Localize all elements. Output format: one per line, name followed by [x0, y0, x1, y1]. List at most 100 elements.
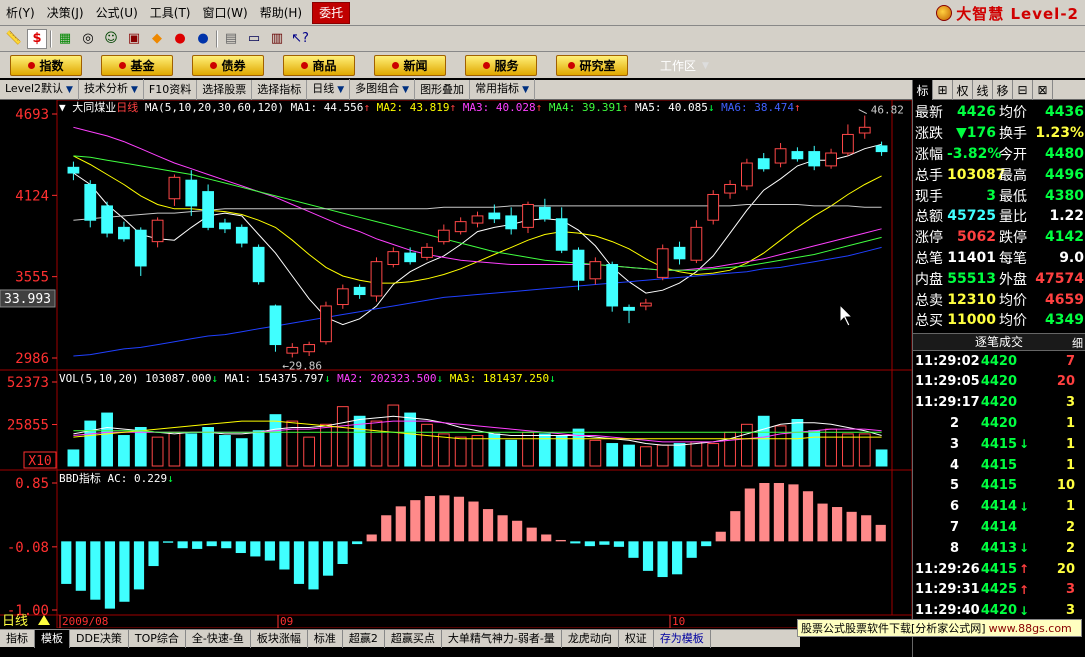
quick-button-1[interactable]: 基金 — [101, 54, 173, 76]
quote-label: 最新 — [915, 105, 943, 122]
period-badge[interactable]: 日线 — [2, 614, 28, 628]
chart-tool-8[interactable]: 常用指标 ▼ — [470, 79, 535, 100]
status-tab-7[interactable]: 超赢2 — [343, 629, 385, 648]
menu-item-4[interactable]: 窗口(W) — [196, 0, 253, 26]
quote-tab-2[interactable]: 权 — [953, 80, 973, 100]
menu-item-3[interactable]: 工具(T) — [144, 0, 197, 26]
chart-frame — [56, 100, 912, 628]
candle — [404, 247, 417, 265]
dollar-icon[interactable]: $ — [27, 28, 47, 49]
status-tab-1[interactable]: 模板 — [35, 629, 70, 648]
status-tab-8[interactable]: 超赢买点 — [385, 629, 442, 648]
volume-header: VOL(5,10,20) 103087.000↓ MA1: 154375.797… — [59, 372, 556, 385]
candle — [808, 145, 821, 171]
quick-button-label: 新闻 — [403, 58, 428, 73]
quick-button-6[interactable]: 研究室 — [556, 54, 628, 76]
brand-name: 大智慧 Level-2 — [956, 4, 1079, 23]
status-tab-9[interactable]: 大单精气神力-弱者-量 — [442, 629, 562, 648]
volume-bar — [320, 423, 332, 467]
binoculars-icon[interactable]: ◎ — [78, 29, 98, 49]
ad-banner[interactable]: 股票公式股票软件下载[分析家公式网] www.88gs.com — [797, 619, 1082, 637]
status-tab-10[interactable]: 龙虎动向 — [562, 629, 619, 648]
status-tab-12[interactable]: 存为模板 — [654, 629, 711, 648]
status-tab-5[interactable]: 板块涨幅 — [251, 629, 308, 648]
bbd-bar — [424, 496, 435, 542]
candle — [589, 257, 602, 285]
menu-item-5[interactable]: 帮助(H) — [254, 0, 308, 26]
tick-row: 11:29:40 4420 ↓ 3 — [913, 600, 1085, 621]
menu-item-1[interactable]: 决策(J) — [41, 0, 90, 26]
candle-body — [185, 179, 198, 207]
chart-tool-7[interactable]: 图形叠加 — [415, 79, 471, 100]
quote-tab-1[interactable]: ⊞ — [933, 80, 953, 100]
chart-tool-0[interactable]: Level2默认 ▼ — [0, 79, 79, 100]
flag-icon[interactable]: ▦ — [55, 29, 75, 49]
quote-tab-3[interactable]: 线 — [973, 80, 993, 100]
quick-button-4[interactable]: 新闻 — [374, 54, 446, 76]
candle-body — [656, 248, 669, 278]
quick-button-5[interactable]: 服务 — [465, 54, 537, 76]
quick-button-2[interactable]: 债券 — [192, 54, 264, 76]
dropdown-arrow-icon[interactable]: ▼ — [131, 85, 138, 95]
quote-label: 外盘 — [999, 271, 1027, 288]
books-icon[interactable]: ▥ — [267, 29, 287, 49]
blue-circle-icon[interactable]: ● — [193, 29, 213, 49]
quote-tab-6[interactable]: ⊠ — [1033, 80, 1053, 100]
quick-button-0[interactable]: 指数 — [10, 54, 82, 76]
chart-tool-2[interactable]: F10资料 — [144, 79, 198, 100]
candle-body — [724, 183, 736, 194]
status-tab-6[interactable]: 标准 — [308, 629, 343, 648]
status-tab-2[interactable]: DDE决策 — [70, 629, 129, 648]
menu-item-2[interactable]: 公式(U) — [90, 0, 144, 26]
bbd-bar — [642, 541, 654, 571]
dropdown-arrow-icon[interactable]: ▼ — [66, 85, 73, 95]
dropdown-arrow-icon[interactable]: ▼ — [337, 85, 344, 95]
people-icon[interactable]: ☺ — [101, 29, 121, 49]
quote-tab-4[interactable]: 移 — [993, 80, 1013, 100]
dropdown-arrow-icon[interactable]: ▼ — [522, 85, 529, 95]
tick-volume: 2 — [1065, 540, 1075, 556]
volume-bar — [370, 420, 383, 467]
candle — [286, 343, 299, 358]
chart-tool-6[interactable]: 多图组合 ▼ — [350, 79, 416, 100]
bbd-bar — [497, 515, 508, 542]
quick-button-3[interactable]: 商品 — [283, 54, 355, 76]
status-tab-3[interactable]: TOP综合 — [129, 629, 186, 648]
quote-row: 总笔 11401 每笔 9.0 — [915, 248, 1085, 269]
diamond-icon[interactable]: ◆ — [147, 29, 167, 49]
ruler-icon[interactable]: 📏 — [4, 29, 24, 49]
note-icon[interactable]: ▤ — [221, 29, 241, 49]
tick-detail-button[interactable]: 细 — [1072, 335, 1083, 351]
status-tab-0[interactable]: 指标 — [0, 629, 35, 648]
menu-item-6[interactable]: 委托 — [312, 1, 351, 24]
chevron-down-icon[interactable]: ▼ — [702, 61, 709, 71]
status-tab-4[interactable]: 全-快速-鱼 — [186, 629, 251, 648]
chart-tool-3[interactable]: 选择股票 — [197, 79, 253, 100]
candle — [690, 220, 703, 264]
quote-value: 5062 — [957, 229, 996, 246]
ad-url[interactable]: www.88gs.com — [989, 622, 1072, 635]
status-tab-11[interactable]: 权证 — [619, 629, 654, 648]
red-circle-icon[interactable]: ● — [170, 29, 190, 49]
menu-item-0[interactable]: 析(Y) — [0, 0, 41, 26]
quote-value: 11401 — [947, 249, 996, 266]
candle — [370, 257, 383, 302]
chart-tool-5[interactable]: 日线 ▼ — [307, 79, 351, 100]
tick-price: 4420 — [980, 374, 1017, 390]
dropdown-arrow-icon[interactable]: ▼ — [402, 85, 409, 95]
candle — [168, 174, 181, 206]
window-icon[interactable]: ▭ — [244, 29, 264, 49]
kline-chart[interactable]: 4693 4124 3555 2986 33.993 46.82 ←29.86 ▼ 大同煤业日… — [0, 100, 912, 628]
help-cursor-icon[interactable]: ↖? — [290, 29, 310, 49]
ad-text: 股票公式股票软件下载[分析家公式网] — [801, 622, 986, 635]
chart-tool-4[interactable]: 选择指标 — [252, 79, 308, 100]
bbd-bar — [61, 541, 72, 584]
quote-tab-5[interactable]: ⊟ — [1013, 80, 1033, 100]
quote-tab-0[interactable]: 标 — [913, 80, 933, 100]
workarea[interactable]: 工作区 ▼ — [660, 57, 709, 74]
quote-value: 4659 — [1045, 291, 1084, 308]
quote-value: 1.23% — [1035, 125, 1084, 142]
quote-value: 4349 — [1045, 312, 1084, 329]
card-icon[interactable]: ▣ — [124, 29, 144, 49]
chart-tool-1[interactable]: 技术分析 ▼ — [79, 79, 144, 100]
